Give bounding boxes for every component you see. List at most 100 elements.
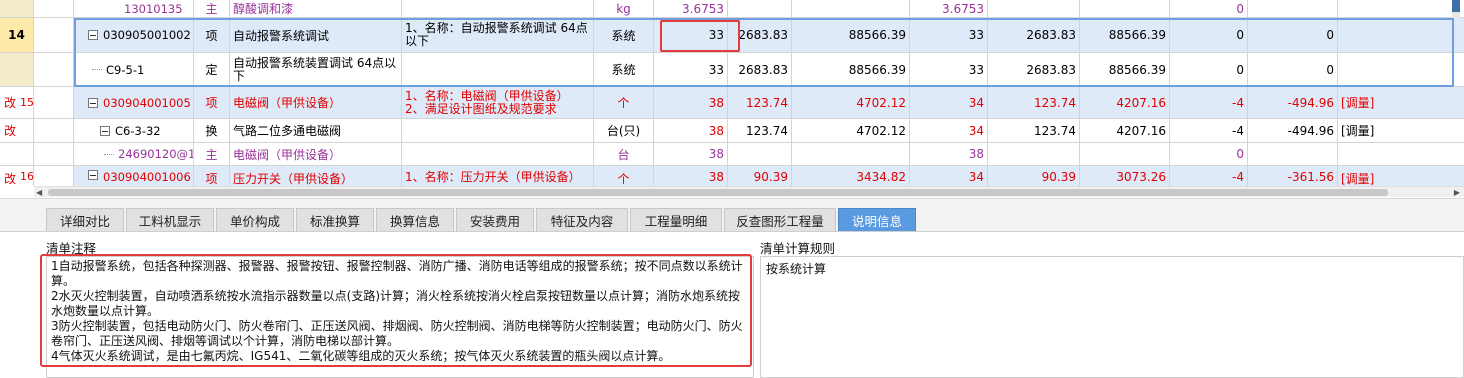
status-cell[interactable]: [调量]	[1338, 87, 1464, 118]
total2-cell[interactable]: 88566.39	[1080, 18, 1170, 52]
diff-qty-cell[interactable]: 0	[1170, 143, 1248, 165]
diff-total-cell[interactable]: -494.96	[1248, 119, 1338, 142]
vertical-scrollbar-thumb[interactable]	[1452, 0, 1460, 12]
tab-reverse-graphic-quantity[interactable]: 反查图形工程量	[724, 208, 836, 231]
diff-total-cell[interactable]	[1248, 0, 1338, 17]
status-cell[interactable]	[1338, 143, 1464, 165]
table-row[interactable]: 改 15 030904001005 项 电磁阀（甲供设备） 1、名称：电磁阀（甲…	[0, 87, 1464, 119]
vertical-scrollbar-track[interactable]	[1452, 12, 1460, 18]
diff-qty-cell[interactable]: 0	[1170, 18, 1248, 52]
price2-cell[interactable]: 90.39	[988, 166, 1080, 186]
code-cell[interactable]: 030905001002	[74, 18, 194, 52]
row-header[interactable]: 改 15	[0, 87, 34, 118]
unit-cell[interactable]: kg	[594, 0, 654, 17]
qty-cell[interactable]: 33	[654, 18, 728, 52]
total-cell[interactable]: 4702.12	[792, 119, 910, 142]
horizontal-scrollbar-thumb[interactable]	[48, 189, 1388, 196]
table-row[interactable]: 14 030905001002 项 自动报警系统调试 1、名称：自动报警系统调试…	[0, 18, 1464, 53]
qty-cell[interactable]: 38	[654, 143, 728, 165]
unit-cell[interactable]: 台	[594, 143, 654, 165]
name-cell[interactable]: 电磁阀（甲供设备）	[230, 143, 402, 165]
tab-installation-fee[interactable]: 安装费用	[456, 208, 534, 231]
total2-cell[interactable]: 3073.26	[1080, 166, 1170, 186]
code-cell[interactable]: C6-3-32	[74, 119, 194, 142]
diff-total-cell[interactable]	[1248, 143, 1338, 165]
code-cell[interactable]: 24690120@1	[74, 143, 194, 165]
total2-cell[interactable]	[1080, 0, 1170, 17]
total-cell[interactable]: 4702.12	[792, 87, 910, 118]
row-header[interactable]: 改	[0, 119, 34, 142]
price-cell[interactable]	[728, 143, 792, 165]
code-cell[interactable]: 13010135	[74, 0, 194, 17]
qty-cell[interactable]: 38	[654, 119, 728, 142]
tab-description-info[interactable]: 说明信息	[838, 208, 916, 231]
tab-conversion-info[interactable]: 换算信息	[376, 208, 454, 231]
tab-labor-material-machine[interactable]: 工料机显示	[126, 208, 214, 231]
name-cell[interactable]: 气路二位多通电磁阀	[230, 119, 402, 142]
qty2-cell[interactable]: 34	[910, 119, 988, 142]
row-header[interactable]	[0, 0, 34, 17]
price-cell[interactable]	[728, 0, 792, 17]
type-cell[interactable]: 项	[194, 87, 230, 118]
unit-cell[interactable]: 个	[594, 87, 654, 118]
tab-detail-compare[interactable]: 详细对比	[46, 208, 124, 231]
unit-cell[interactable]: 台(只)	[594, 119, 654, 142]
feature-cell[interactable]	[402, 143, 594, 165]
row-header[interactable]	[0, 53, 34, 86]
collapse-icon[interactable]	[88, 97, 98, 108]
unit-cell[interactable]: 个	[594, 166, 654, 186]
name-cell[interactable]: 自动报警系统调试	[230, 18, 402, 52]
type-cell[interactable]: 定	[194, 53, 230, 86]
tab-features-content[interactable]: 特征及内容	[536, 208, 628, 231]
price-cell[interactable]: 2683.83	[728, 18, 792, 52]
status-cell[interactable]: [调量]	[1338, 119, 1464, 142]
price2-cell[interactable]: 123.74	[988, 119, 1080, 142]
rules-textarea[interactable]	[760, 256, 1464, 378]
price2-cell[interactable]: 2683.83	[988, 53, 1080, 86]
qty2-cell[interactable]: 34	[910, 166, 988, 186]
feature-cell[interactable]: 1、名称：电磁阀（甲供设备） 2、满足设计图纸及规范要求	[402, 87, 594, 118]
scroll-left-icon[interactable]: ◀	[36, 188, 42, 197]
row-header[interactable]: 14	[0, 18, 34, 52]
diff-total-cell[interactable]: -494.96	[1248, 87, 1338, 118]
code-cell[interactable]: 030904001006	[74, 166, 194, 186]
code-cell[interactable]: 030904001005	[74, 87, 194, 118]
unit-cell[interactable]: 系统	[594, 53, 654, 86]
unit-cell[interactable]: 系统	[594, 18, 654, 52]
type-cell[interactable]: 换	[194, 119, 230, 142]
feature-cell[interactable]	[402, 53, 594, 86]
scroll-right-icon[interactable]: ▶	[1454, 188, 1460, 197]
qty2-cell[interactable]: 38	[910, 143, 988, 165]
qty-cell[interactable]: 33	[654, 53, 728, 86]
price-cell[interactable]: 123.74	[728, 87, 792, 118]
type-cell[interactable]: 项	[194, 18, 230, 52]
total2-cell[interactable]: 4207.16	[1080, 87, 1170, 118]
row-header[interactable]: 改 16	[0, 166, 34, 186]
total-cell[interactable]	[792, 143, 910, 165]
type-cell[interactable]: 主	[194, 143, 230, 165]
table-row[interactable]: 13010135 主 醇酸调和漆 kg 3.6753 3.6753 0	[0, 0, 1464, 18]
qty2-cell[interactable]: 3.6753	[910, 0, 988, 17]
horizontal-scrollbar[interactable]: ◀ ▶	[34, 186, 1464, 197]
qty2-cell[interactable]: 33	[910, 18, 988, 52]
status-cell[interactable]	[1338, 0, 1464, 17]
total-cell[interactable]: 88566.39	[792, 18, 910, 52]
diff-total-cell[interactable]: 0	[1248, 53, 1338, 86]
total2-cell[interactable]: 88566.39	[1080, 53, 1170, 86]
total2-cell[interactable]: 4207.16	[1080, 119, 1170, 142]
feature-cell[interactable]	[402, 119, 594, 142]
price-cell[interactable]: 90.39	[728, 166, 792, 186]
price2-cell[interactable]: 2683.83	[988, 18, 1080, 52]
bill-grid[interactable]: 13010135 主 醇酸调和漆 kg 3.6753 3.6753 0 14 0…	[0, 0, 1464, 186]
diff-qty-cell[interactable]: -4	[1170, 87, 1248, 118]
code-cell[interactable]: C9-5-1	[74, 53, 194, 86]
collapse-icon[interactable]	[88, 30, 98, 40]
type-cell[interactable]: 项	[194, 166, 230, 186]
diff-qty-cell[interactable]: 0	[1170, 53, 1248, 86]
type-cell[interactable]: 主	[194, 0, 230, 17]
price2-cell[interactable]	[988, 0, 1080, 17]
qty2-cell[interactable]: 34	[910, 87, 988, 118]
total-cell[interactable]: 3434.82	[792, 166, 910, 186]
name-cell[interactable]: 醇酸调和漆	[230, 0, 402, 17]
qty-cell[interactable]: 38	[654, 166, 728, 186]
